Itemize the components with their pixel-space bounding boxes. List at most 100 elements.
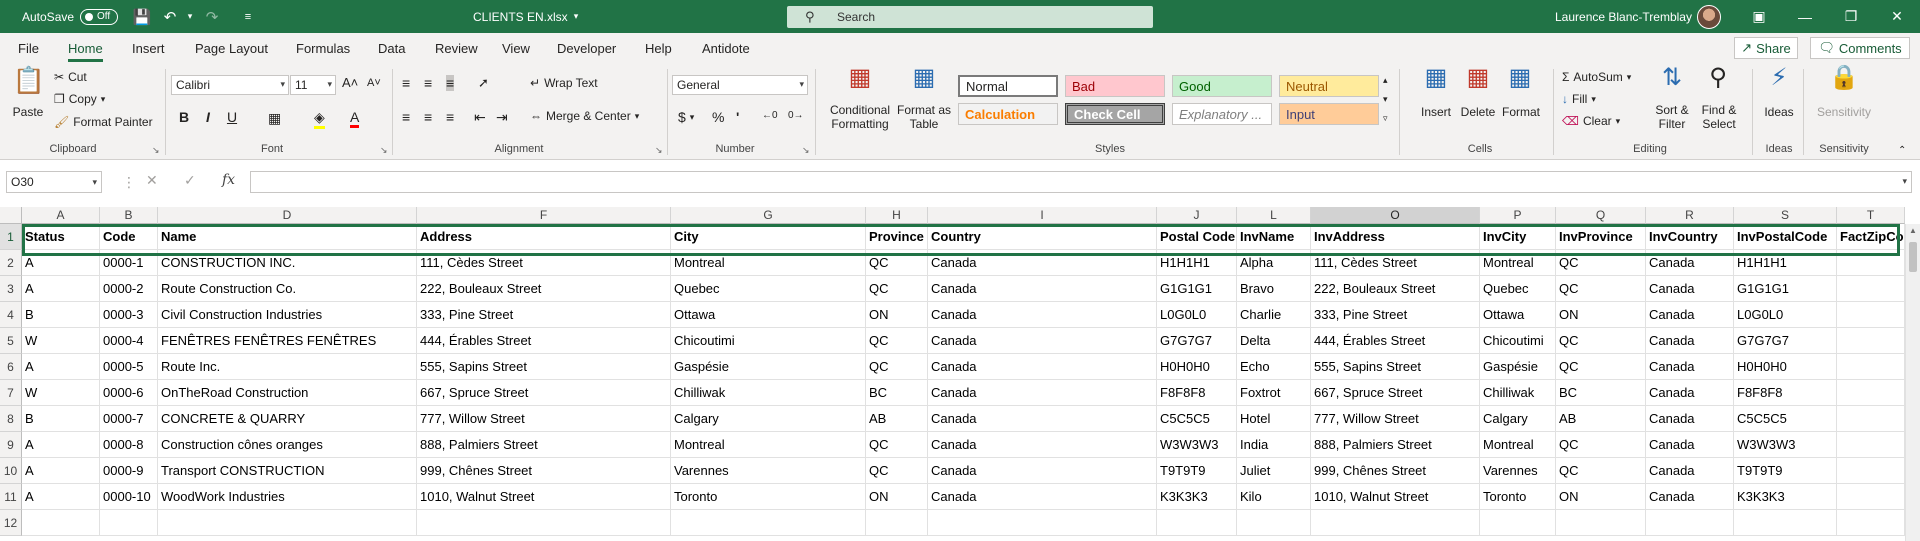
table-cell[interactable]: Varennes: [1480, 458, 1556, 484]
table-cell[interactable]: QC: [866, 354, 928, 380]
percent-icon[interactable]: %: [712, 109, 724, 125]
formula-bar-grip-icon[interactable]: ⋮: [122, 174, 136, 191]
format-painter-button[interactable]: 🖌 Format Painter: [54, 115, 153, 129]
decrease-decimal-icon[interactable]: 0→: [788, 110, 804, 121]
column-header-q[interactable]: Q: [1556, 207, 1646, 224]
table-cell[interactable]: 444, Érables Street: [417, 328, 671, 354]
align-top-icon[interactable]: ≡: [402, 75, 410, 91]
table-cell[interactable]: K3K3K3: [1734, 484, 1837, 510]
table-cell[interactable]: 777, Willow Street: [1311, 406, 1480, 432]
avatar[interactable]: [1697, 5, 1721, 29]
table-cell[interactable]: [1237, 510, 1311, 536]
table-cell[interactable]: Canada: [1646, 458, 1734, 484]
table-cell[interactable]: [1837, 276, 1905, 302]
user-name[interactable]: Laurence Blanc-Tremblay: [1555, 0, 1692, 33]
italic-icon[interactable]: I: [198, 109, 218, 125]
table-cell[interactable]: Calgary: [1480, 406, 1556, 432]
tab-help[interactable]: Help: [645, 41, 672, 56]
table-cell[interactable]: Toronto: [1480, 484, 1556, 510]
table-cell[interactable]: 111, Cèdes Street: [417, 250, 671, 276]
table-cell[interactable]: ON: [866, 484, 928, 510]
table-cell[interactable]: CONCRETE & QUARRY: [158, 406, 417, 432]
table-cell[interactable]: 0000-3: [100, 302, 158, 328]
table-cell[interactable]: Calgary: [671, 406, 866, 432]
table-cell[interactable]: CONSTRUCTION INC.: [158, 250, 417, 276]
table-cell[interactable]: OnTheRoad Construction: [158, 380, 417, 406]
table-cell[interactable]: Montreal: [1480, 250, 1556, 276]
table-cell[interactable]: [1837, 484, 1905, 510]
document-title[interactable]: CLIENTS EN.xlsx ▾: [473, 0, 578, 33]
paste-button[interactable]: Paste: [8, 105, 48, 119]
table-cell[interactable]: G7G7G7: [1734, 328, 1837, 354]
table-cell[interactable]: India: [1237, 432, 1311, 458]
scroll-up-icon[interactable]: ▲: [1909, 226, 1917, 235]
table-cell[interactable]: 555, Sapins Street: [1311, 354, 1480, 380]
align-center-icon[interactable]: ≡: [424, 109, 432, 125]
table-cell[interactable]: [22, 510, 100, 536]
table-cell[interactable]: Montreal: [671, 250, 866, 276]
row-header-12[interactable]: 12: [0, 510, 22, 536]
row-header-8[interactable]: 8: [0, 406, 22, 432]
borders-icon[interactable]: ▦: [268, 110, 281, 127]
row-header-2[interactable]: 2: [0, 250, 22, 276]
table-cell[interactable]: Canada: [928, 406, 1157, 432]
row-header-11[interactable]: 11: [0, 484, 22, 510]
table-cell[interactable]: Canada: [1646, 432, 1734, 458]
table-cell[interactable]: 888, Palmiers Street: [1311, 432, 1480, 458]
table-cell[interactable]: QC: [866, 328, 928, 354]
table-cell[interactable]: 222, Bouleaux Street: [1311, 276, 1480, 302]
table-cell[interactable]: L0G0L0: [1734, 302, 1837, 328]
table-cell[interactable]: Varennes: [671, 458, 866, 484]
table-cell[interactable]: Canada: [928, 276, 1157, 302]
table-header-cell[interactable]: InvName: [1237, 224, 1311, 250]
table-header-cell[interactable]: Status: [22, 224, 100, 250]
table-cell[interactable]: QC: [1556, 354, 1646, 380]
table-cell[interactable]: [1837, 432, 1905, 458]
table-cell[interactable]: Canada: [1646, 328, 1734, 354]
table-cell[interactable]: [1311, 510, 1480, 536]
table-header-cell[interactable]: InvCountry: [1646, 224, 1734, 250]
table-cell[interactable]: H0H0H0: [1157, 354, 1237, 380]
table-cell[interactable]: Transport CONSTRUCTION: [158, 458, 417, 484]
column-header-r[interactable]: R: [1646, 207, 1734, 224]
table-cell[interactable]: AB: [1556, 406, 1646, 432]
table-cell[interactable]: ON: [1556, 484, 1646, 510]
table-cell[interactable]: 1010, Walnut Street: [417, 484, 671, 510]
table-cell[interactable]: Foxtrot: [1237, 380, 1311, 406]
table-cell[interactable]: T9T9T9: [1734, 458, 1837, 484]
wrap-text-button[interactable]: ↵ Wrap Text: [530, 76, 598, 90]
table-cell[interactable]: Quebec: [1480, 276, 1556, 302]
vertical-scrollbar[interactable]: ▲: [1905, 224, 1920, 541]
table-cell[interactable]: [1157, 510, 1237, 536]
table-cell[interactable]: A: [22, 458, 100, 484]
sort-filter-icon[interactable]: ⇅: [1654, 63, 1690, 92]
column-header-h[interactable]: H: [866, 207, 928, 224]
table-cell[interactable]: Canada: [928, 380, 1157, 406]
table-cell[interactable]: Gaspésie: [671, 354, 866, 380]
table-cell[interactable]: [928, 510, 1157, 536]
style-calculation[interactable]: Calculation: [958, 103, 1058, 125]
table-header-cell[interactable]: Postal Code: [1157, 224, 1237, 250]
table-cell[interactable]: QC: [866, 432, 928, 458]
table-cell[interactable]: Delta: [1237, 328, 1311, 354]
table-cell[interactable]: 999, Chênes Street: [417, 458, 671, 484]
table-cell[interactable]: 0000-4: [100, 328, 158, 354]
style-explanatory[interactable]: Explanatory ...: [1172, 103, 1272, 125]
table-cell[interactable]: W3W3W3: [1157, 432, 1237, 458]
tab-formulas[interactable]: Formulas: [296, 41, 350, 56]
styles-scroll[interactable]: ▴ ▾ ▿: [1383, 75, 1388, 124]
table-cell[interactable]: Canada: [1646, 354, 1734, 380]
search-box[interactable]: ⚲ Search: [787, 6, 1153, 28]
minimize-icon[interactable]: —: [1782, 0, 1828, 33]
table-cell[interactable]: A: [22, 354, 100, 380]
table-cell[interactable]: Canada: [1646, 276, 1734, 302]
insert-function-icon[interactable]: fx: [222, 172, 235, 188]
find-select-button[interactable]: Find & Select: [1694, 103, 1744, 131]
customize-qat-icon[interactable]: ≡: [236, 0, 260, 33]
find-select-icon[interactable]: ⚲: [1700, 63, 1736, 92]
tab-antidote[interactable]: Antidote: [702, 41, 750, 56]
delete-cells-icon[interactable]: ▦: [1460, 63, 1496, 92]
table-cell[interactable]: H1H1H1: [1157, 250, 1237, 276]
table-cell[interactable]: QC: [866, 276, 928, 302]
table-cell[interactable]: Gaspésie: [1480, 354, 1556, 380]
